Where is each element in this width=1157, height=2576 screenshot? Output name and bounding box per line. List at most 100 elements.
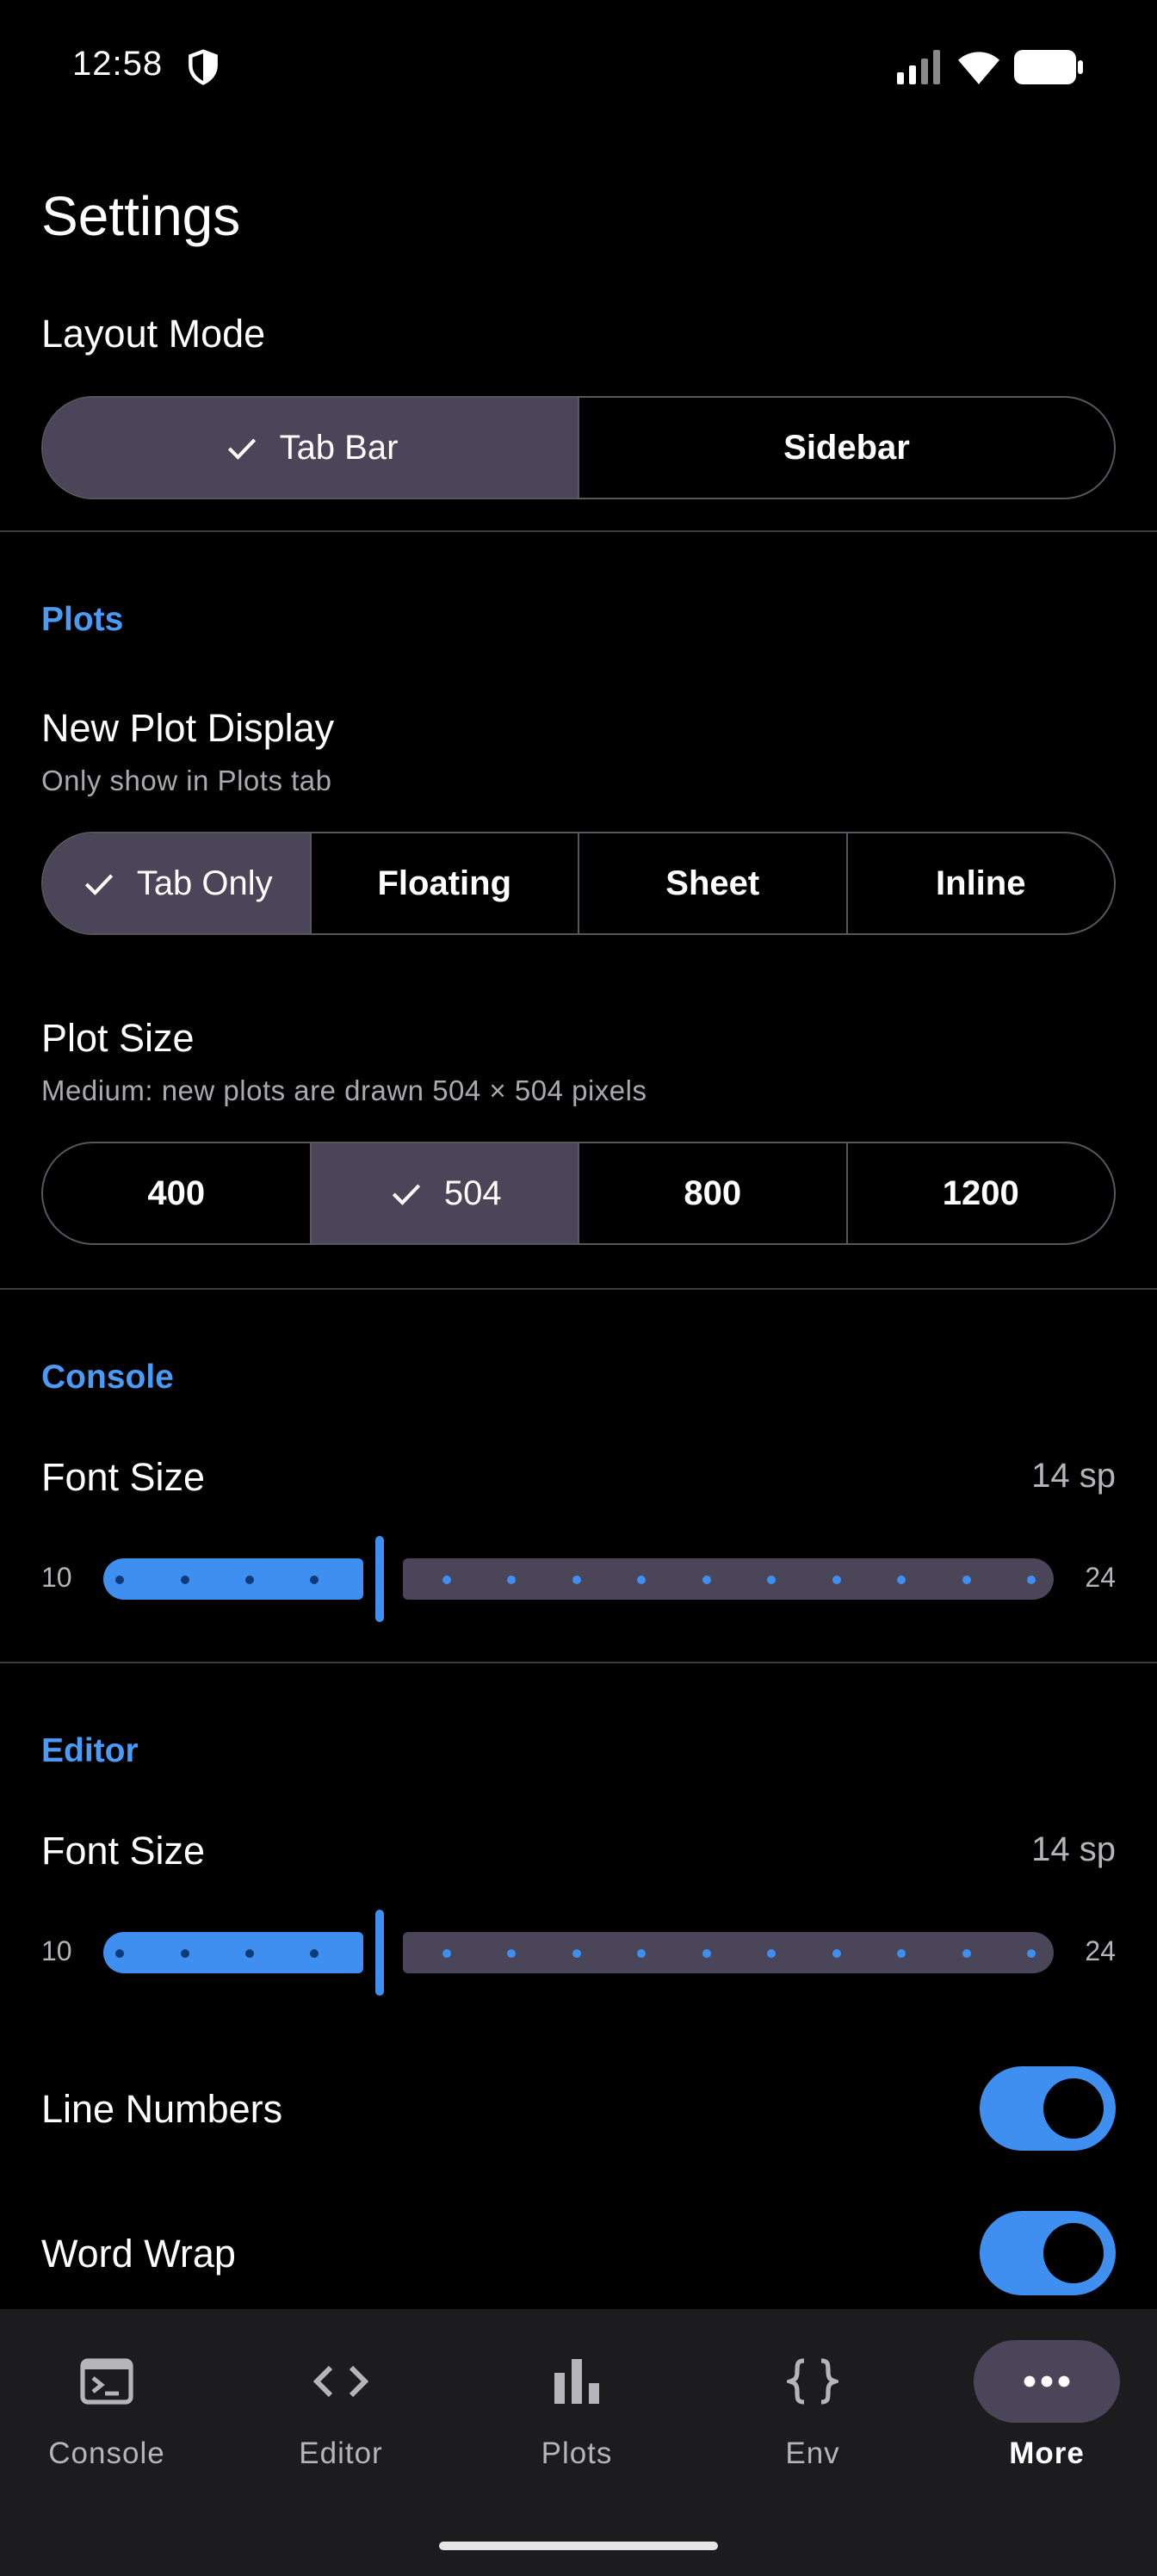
editor-section-header: Editor bbox=[41, 1732, 139, 1769]
nav-icon-container bbox=[739, 2340, 886, 2423]
slider-tick bbox=[245, 1949, 254, 1958]
plots-section-header: Plots bbox=[41, 601, 124, 638]
plot-size-800-option[interactable]: 800 bbox=[579, 1143, 848, 1243]
status-bar: 12:58 bbox=[0, 0, 1157, 138]
slider-tick bbox=[962, 1949, 971, 1958]
more-horiz-icon bbox=[1024, 2375, 1070, 2387]
slider-tick bbox=[572, 1949, 581, 1958]
check-icon bbox=[84, 874, 113, 895]
plot-size-segmented: 400 504 800 1200 bbox=[41, 1142, 1116, 1245]
plot-size-option-label: 504 bbox=[443, 1173, 502, 1212]
home-indicator[interactable] bbox=[439, 2542, 718, 2550]
slider-tick bbox=[897, 1949, 906, 1958]
layout-mode-sidebar-option[interactable]: Sidebar bbox=[579, 398, 1114, 498]
status-time: 12:58 bbox=[72, 45, 164, 83]
wifi-icon bbox=[958, 52, 999, 84]
line-numbers-label: Line Numbers bbox=[41, 2087, 283, 2131]
plot-size-400-option[interactable]: 400 bbox=[43, 1143, 312, 1243]
plot-size-option-label: 400 bbox=[147, 1173, 206, 1212]
slider-tick bbox=[832, 1949, 841, 1958]
plot-size-description: Medium: new plots are drawn 504 × 504 pi… bbox=[41, 1074, 647, 1106]
new-plot-display-label: New Plot Display bbox=[41, 706, 335, 750]
layout-mode-tab-bar-option[interactable]: Tab Bar bbox=[43, 398, 579, 498]
plot-display-option-label: Tab Only bbox=[136, 864, 273, 902]
plot-display-option-label: Sheet bbox=[665, 864, 760, 902]
slider-tick bbox=[442, 1576, 451, 1584]
slider-thumb[interactable] bbox=[375, 1536, 384, 1622]
nav-label: Plots bbox=[541, 2437, 613, 2470]
slider-inactive-track bbox=[403, 1932, 1054, 1973]
nav-item-console[interactable]: Console bbox=[21, 2340, 193, 2486]
line-numbers-toggle[interactable] bbox=[980, 2066, 1116, 2151]
plot-display-tab-only-option[interactable]: Tab Only bbox=[43, 833, 312, 933]
slider-tick bbox=[767, 1576, 776, 1584]
console-font-size-label: Font Size bbox=[41, 1455, 206, 1499]
slider-tick bbox=[1027, 1949, 1036, 1958]
plot-size-option-label: 1200 bbox=[942, 1173, 1019, 1212]
plot-display-inline-option[interactable]: Inline bbox=[848, 833, 1115, 933]
plot-display-floating-option[interactable]: Floating bbox=[312, 833, 579, 933]
shield-icon bbox=[189, 49, 218, 85]
editor-font-size-label: Font Size bbox=[41, 1829, 206, 1873]
terminal-icon bbox=[80, 2358, 133, 2405]
editor-font-size-slider[interactable]: 10 24 bbox=[41, 1910, 1116, 1996]
signal-icon bbox=[897, 50, 940, 84]
battery-icon bbox=[1014, 50, 1083, 84]
console-font-size-slider[interactable]: 10 24 bbox=[41, 1536, 1116, 1622]
slider-tick bbox=[702, 1949, 711, 1958]
console-section-header: Console bbox=[41, 1359, 174, 1396]
slider-tick bbox=[310, 1576, 319, 1584]
slider-thumb[interactable] bbox=[375, 1910, 384, 1996]
slider-inactive-track bbox=[403, 1558, 1054, 1600]
layout-mode-segmented: Tab Bar Sidebar bbox=[41, 396, 1116, 499]
plot-display-option-label: Floating bbox=[377, 864, 512, 902]
plot-size-label: Plot Size bbox=[41, 1016, 195, 1060]
slider-tick bbox=[181, 1576, 189, 1584]
divider bbox=[0, 530, 1157, 532]
nav-item-env[interactable]: Env bbox=[727, 2340, 899, 2486]
nav-icon-container bbox=[504, 2340, 650, 2423]
code-icon bbox=[313, 2365, 368, 2398]
layout-mode-option-label: Sidebar bbox=[783, 428, 910, 467]
slider-tick bbox=[181, 1949, 189, 1958]
bar-chart-icon bbox=[554, 2359, 599, 2404]
new-plot-display-segmented: Tab Only Floating Sheet Inline bbox=[41, 832, 1116, 935]
slider-tick bbox=[507, 1576, 516, 1584]
word-wrap-toggle[interactable] bbox=[980, 2211, 1116, 2295]
bottom-navigation: Console Editor Plots Env More bbox=[0, 2309, 1157, 2576]
slider-active-track bbox=[103, 1932, 363, 1973]
plot-size-option-label: 800 bbox=[684, 1173, 742, 1212]
new-plot-display-description: Only show in Plots tab bbox=[41, 765, 332, 796]
toggle-knob bbox=[1043, 2223, 1104, 2283]
nav-label: Editor bbox=[299, 2437, 383, 2470]
plot-size-504-option[interactable]: 504 bbox=[311, 1143, 579, 1243]
slider-tick bbox=[1027, 1576, 1036, 1584]
slider-tick bbox=[115, 1576, 124, 1584]
nav-item-plots[interactable]: Plots bbox=[491, 2340, 663, 2486]
slider-tick bbox=[245, 1576, 254, 1584]
slider-tick bbox=[572, 1576, 581, 1584]
divider bbox=[0, 1288, 1157, 1290]
layout-mode-label: Layout Mode bbox=[41, 312, 266, 356]
layout-mode-option-label: Tab Bar bbox=[279, 428, 399, 467]
slider-tick bbox=[767, 1949, 776, 1958]
nav-icon-container bbox=[974, 2340, 1120, 2423]
plot-display-sheet-option[interactable]: Sheet bbox=[579, 833, 848, 933]
settings-screen: 12:58 Settings Layout Mode Tab Bar Sideb… bbox=[0, 0, 1157, 2576]
slider-tick bbox=[115, 1949, 124, 1958]
nav-label: Console bbox=[48, 2437, 165, 2470]
nav-item-editor[interactable]: Editor bbox=[255, 2340, 427, 2486]
slider-max-label: 24 bbox=[1085, 1935, 1116, 1966]
check-icon bbox=[227, 438, 256, 460]
editor-font-size-value: 14 sp bbox=[1031, 1830, 1116, 1868]
slider-tick bbox=[637, 1576, 646, 1584]
nav-icon-container bbox=[34, 2340, 180, 2423]
plot-display-option-label: Inline bbox=[936, 864, 1026, 902]
word-wrap-label: Word Wrap bbox=[41, 2232, 236, 2276]
slider-tick bbox=[702, 1576, 711, 1584]
slider-active-track bbox=[103, 1558, 363, 1600]
plot-size-1200-option[interactable]: 1200 bbox=[848, 1143, 1115, 1243]
nav-label: Env bbox=[785, 2437, 840, 2470]
nav-item-more[interactable]: More bbox=[961, 2340, 1133, 2486]
nav-icon-container bbox=[268, 2340, 414, 2423]
